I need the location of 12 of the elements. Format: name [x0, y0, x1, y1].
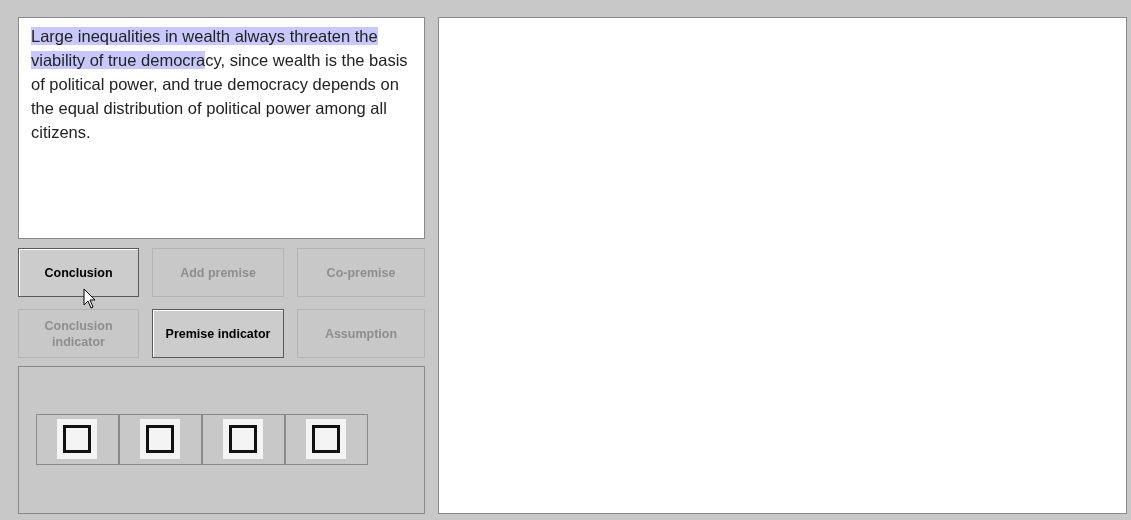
slot-cell[interactable]: [118, 413, 202, 465]
slot-cell[interactable]: [201, 413, 285, 465]
passage-text[interactable]: Large inequalities in wealth always threaten the viability of true democracy, since wealth is the basis of political power, and true democracy depends on the equal distribution of political power among all citizens.: [31, 24, 416, 144]
toolbar-button[interactable]: Conclusion: [18, 248, 139, 297]
slot-cell[interactable]: [284, 413, 368, 465]
checkbox[interactable]: [57, 419, 97, 459]
checkbox[interactable]: [306, 419, 346, 459]
checkbox[interactable]: [223, 419, 263, 459]
cursor-icon: [83, 288, 97, 310]
toolbar-button[interactable]: Premise indicator: [152, 309, 284, 358]
checkbox[interactable]: [140, 419, 180, 459]
slot-cell[interactable]: [35, 413, 119, 465]
